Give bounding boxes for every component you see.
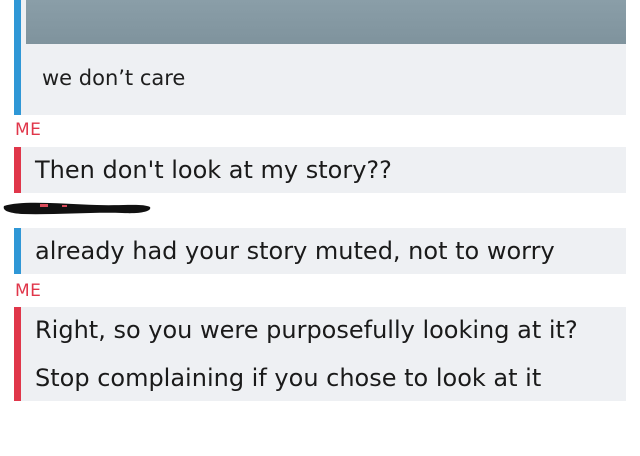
chat-message[interactable]: already had your story muted, not to wor… (14, 228, 626, 274)
friend-message-bar (14, 0, 21, 115)
chat-message[interactable]: Then don't look at my story?? (14, 147, 626, 193)
media-caption: we don’t care (42, 66, 186, 90)
redacted-sender-name (3, 202, 151, 215)
chat-screen: we don’t care ME Then don't look at my s… (0, 0, 640, 456)
message-text: Right, so you were purposefully looking … (35, 316, 578, 344)
message-text: Then don't look at my story?? (35, 156, 392, 184)
chat-message[interactable]: Right, so you were purposefully looking … (14, 307, 626, 401)
me-message-bar (14, 147, 21, 193)
media-thumbnail[interactable] (26, 0, 626, 44)
message-text: Stop complaining if you chose to look at… (35, 364, 542, 392)
sender-label-me: ME (15, 281, 42, 301)
friend-message-bar (14, 228, 21, 274)
message-text: already had your story muted, not to wor… (35, 237, 555, 265)
sender-label-me: ME (15, 120, 42, 140)
me-message-bar (14, 307, 21, 401)
